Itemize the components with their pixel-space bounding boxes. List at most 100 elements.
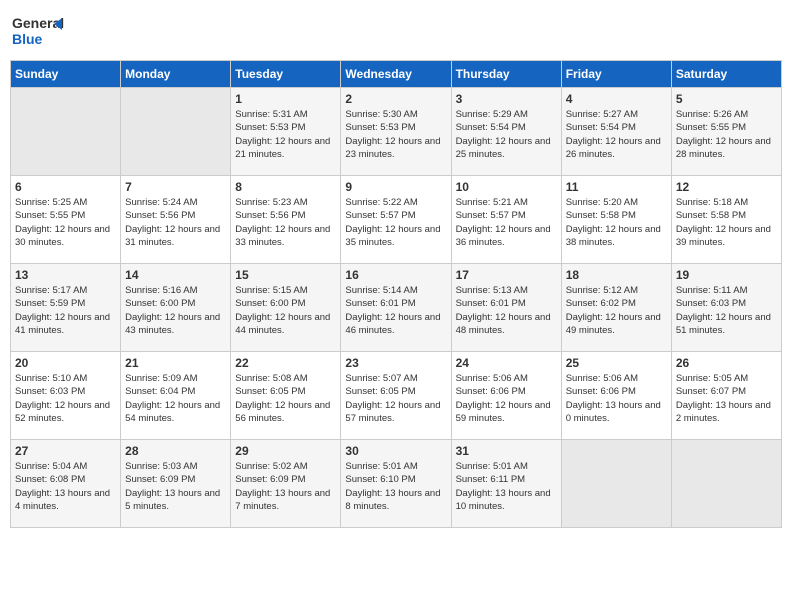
day-cell: 10 Sunrise: 5:21 AM Sunset: 5:57 PM Dayli… — [451, 176, 561, 264]
day-cell: 22 Sunrise: 5:08 AM Sunset: 6:05 PM Dayli… — [231, 352, 341, 440]
day-number: 29 — [235, 444, 336, 458]
logo: GeneralBlue — [10, 10, 70, 50]
day-cell — [561, 440, 671, 528]
col-header-thursday: Thursday — [451, 61, 561, 88]
week-row-3: 13Sunrise: 5:17 AM Sunset: 5:59 PM Dayli… — [11, 264, 782, 352]
day-cell: 12 Sunrise: 5:18 AM Sunset: 5:58 PM Dayli… — [671, 176, 781, 264]
day-number: 11 — [566, 180, 667, 194]
day-info: Sunrise: 5:06 AM Sunset: 6:06 PM Dayligh… — [456, 372, 557, 425]
day-number: 7 — [125, 180, 226, 194]
day-cell: 23 Sunrise: 5:07 AM Sunset: 6:05 PM Dayli… — [341, 352, 451, 440]
day-cell: 28 Sunrise: 5:03 AM Sunset: 6:09 PM Dayli… — [121, 440, 231, 528]
day-info: Sunrise: 5:24 AM Sunset: 5:56 PM Dayligh… — [125, 196, 226, 249]
svg-text:Blue: Blue — [12, 31, 43, 47]
day-info: Sunrise: 5:08 AM Sunset: 6:05 PM Dayligh… — [235, 372, 336, 425]
day-cell: 14 Sunrise: 5:16 AM Sunset: 6:00 PM Dayli… — [121, 264, 231, 352]
day-info: Sunrise: 5:20 AM Sunset: 5:58 PM Dayligh… — [566, 196, 667, 249]
week-row-5: 27 Sunrise: 5:04 AM Sunset: 6:08 PM Dayli… — [11, 440, 782, 528]
day-cell: 15 Sunrise: 5:15 AM Sunset: 6:00 PM Dayli… — [231, 264, 341, 352]
day-number: 31 — [456, 444, 557, 458]
col-header-saturday: Saturday — [671, 61, 781, 88]
day-number: 5 — [676, 92, 777, 106]
day-info: Sunrise: 5:05 AM Sunset: 6:07 PM Dayligh… — [676, 372, 777, 425]
day-cell: 2 Sunrise: 5:30 AM Sunset: 5:53 PM Daylig… — [341, 88, 451, 176]
day-info: Sunrise: 5:16 AM Sunset: 6:00 PM Dayligh… — [125, 284, 226, 337]
day-number: 13 — [15, 268, 116, 282]
day-number: 1 — [235, 92, 336, 106]
day-number: 27 — [15, 444, 116, 458]
day-info: Sunrise: 5:01 AM Sunset: 6:11 PM Dayligh… — [456, 460, 557, 513]
week-row-1: 1 Sunrise: 5:31 AM Sunset: 5:53 PM Daylig… — [11, 88, 782, 176]
day-number: 6 — [15, 180, 116, 194]
day-number: 22 — [235, 356, 336, 370]
day-info: Sunrise: 5:06 AM Sunset: 6:06 PM Dayligh… — [566, 372, 667, 425]
day-number: 3 — [456, 92, 557, 106]
day-info: Sunrise: 5:11 AM Sunset: 6:03 PM Dayligh… — [676, 284, 777, 337]
day-info: Sunrise: 5:21 AM Sunset: 5:57 PM Dayligh… — [456, 196, 557, 249]
day-info: Sunrise: 5:26 AM Sunset: 5:55 PM Dayligh… — [676, 108, 777, 161]
day-number: 16 — [345, 268, 446, 282]
col-header-wednesday: Wednesday — [341, 61, 451, 88]
day-number: 15 — [235, 268, 336, 282]
calendar-table: SundayMondayTuesdayWednesdayThursdayFrid… — [10, 60, 782, 528]
day-number: 21 — [125, 356, 226, 370]
day-info: Sunrise: 5:07 AM Sunset: 6:05 PM Dayligh… — [345, 372, 446, 425]
day-info: Sunrise: 5:09 AM Sunset: 6:04 PM Dayligh… — [125, 372, 226, 425]
day-info: Sunrise: 5:14 AM Sunset: 6:01 PM Dayligh… — [345, 284, 446, 337]
day-cell: 16 Sunrise: 5:14 AM Sunset: 6:01 PM Dayli… — [341, 264, 451, 352]
day-cell: 21 Sunrise: 5:09 AM Sunset: 6:04 PM Dayli… — [121, 352, 231, 440]
day-number: 10 — [456, 180, 557, 194]
day-cell: 20Sunrise: 5:10 AM Sunset: 6:03 PM Dayli… — [11, 352, 121, 440]
day-number: 14 — [125, 268, 226, 282]
day-info: Sunrise: 5:12 AM Sunset: 6:02 PM Dayligh… — [566, 284, 667, 337]
day-info: Sunrise: 5:15 AM Sunset: 6:00 PM Dayligh… — [235, 284, 336, 337]
day-cell: 17 Sunrise: 5:13 AM Sunset: 6:01 PM Dayli… — [451, 264, 561, 352]
day-cell: 18 Sunrise: 5:12 AM Sunset: 6:02 PM Dayli… — [561, 264, 671, 352]
day-number: 23 — [345, 356, 446, 370]
day-info: Sunrise: 5:25 AM Sunset: 5:55 PM Dayligh… — [15, 196, 116, 249]
day-cell: 3 Sunrise: 5:29 AM Sunset: 5:54 PM Daylig… — [451, 88, 561, 176]
day-number: 8 — [235, 180, 336, 194]
day-info: Sunrise: 5:02 AM Sunset: 6:09 PM Dayligh… — [235, 460, 336, 513]
day-cell: 5 Sunrise: 5:26 AM Sunset: 5:55 PM Daylig… — [671, 88, 781, 176]
day-cell: 30Sunrise: 5:01 AM Sunset: 6:10 PM Dayli… — [341, 440, 451, 528]
col-header-tuesday: Tuesday — [231, 61, 341, 88]
day-cell: 9Sunrise: 5:22 AM Sunset: 5:57 PM Daylig… — [341, 176, 451, 264]
col-header-monday: Monday — [121, 61, 231, 88]
day-info: Sunrise: 5:04 AM Sunset: 6:08 PM Dayligh… — [15, 460, 116, 513]
day-cell: 11 Sunrise: 5:20 AM Sunset: 5:58 PM Dayli… — [561, 176, 671, 264]
header-row: SundayMondayTuesdayWednesdayThursdayFrid… — [11, 61, 782, 88]
day-number: 2 — [345, 92, 446, 106]
day-number: 12 — [676, 180, 777, 194]
col-header-friday: Friday — [561, 61, 671, 88]
day-cell: 24Sunrise: 5:06 AM Sunset: 6:06 PM Dayli… — [451, 352, 561, 440]
day-info: Sunrise: 5:03 AM Sunset: 6:09 PM Dayligh… — [125, 460, 226, 513]
day-cell: 29 Sunrise: 5:02 AM Sunset: 6:09 PM Dayli… — [231, 440, 341, 528]
day-info: Sunrise: 5:29 AM Sunset: 5:54 PM Dayligh… — [456, 108, 557, 161]
page-header: GeneralBlue — [10, 10, 782, 50]
week-row-4: 20Sunrise: 5:10 AM Sunset: 6:03 PM Dayli… — [11, 352, 782, 440]
day-number: 28 — [125, 444, 226, 458]
col-header-sunday: Sunday — [11, 61, 121, 88]
week-row-2: 6 Sunrise: 5:25 AM Sunset: 5:55 PM Daylig… — [11, 176, 782, 264]
day-cell: 31 Sunrise: 5:01 AM Sunset: 6:11 PM Dayli… — [451, 440, 561, 528]
day-info: Sunrise: 5:23 AM Sunset: 5:56 PM Dayligh… — [235, 196, 336, 249]
day-info: Sunrise: 5:13 AM Sunset: 6:01 PM Dayligh… — [456, 284, 557, 337]
day-cell: 25Sunrise: 5:06 AM Sunset: 6:06 PM Dayli… — [561, 352, 671, 440]
day-cell: 6 Sunrise: 5:25 AM Sunset: 5:55 PM Daylig… — [11, 176, 121, 264]
day-cell — [121, 88, 231, 176]
day-number: 30 — [345, 444, 446, 458]
day-number: 26 — [676, 356, 777, 370]
day-cell: 8 Sunrise: 5:23 AM Sunset: 5:56 PM Daylig… — [231, 176, 341, 264]
day-info: Sunrise: 5:18 AM Sunset: 5:58 PM Dayligh… — [676, 196, 777, 249]
day-number: 20 — [15, 356, 116, 370]
day-cell — [671, 440, 781, 528]
day-info: Sunrise: 5:30 AM Sunset: 5:53 PM Dayligh… — [345, 108, 446, 161]
day-number: 17 — [456, 268, 557, 282]
day-cell: 19Sunrise: 5:11 AM Sunset: 6:03 PM Dayli… — [671, 264, 781, 352]
day-number: 9 — [345, 180, 446, 194]
day-info: Sunrise: 5:31 AM Sunset: 5:53 PM Dayligh… — [235, 108, 336, 161]
day-cell — [11, 88, 121, 176]
day-cell: 26 Sunrise: 5:05 AM Sunset: 6:07 PM Dayli… — [671, 352, 781, 440]
day-number: 18 — [566, 268, 667, 282]
